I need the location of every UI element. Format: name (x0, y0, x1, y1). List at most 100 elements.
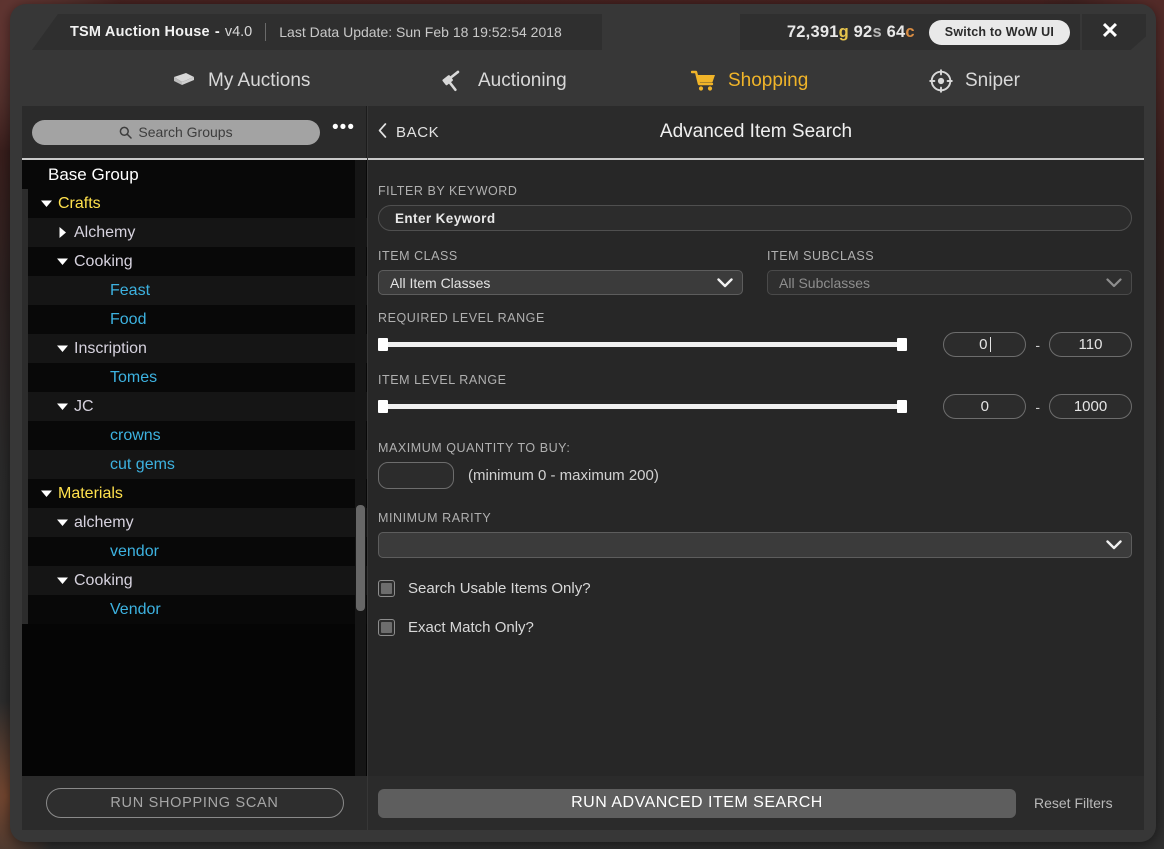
title-bar-right-plate: 72,391g 92s 64c Switch to WoW UI (740, 14, 1080, 50)
shopping-cart-icon (691, 69, 717, 93)
tree-indent-marker (22, 595, 28, 624)
item-level-group: ITEM LEVEL RANGE 0 - 1000 (378, 373, 1132, 419)
chevron-down-icon (1106, 277, 1122, 288)
item-level-max-input[interactable]: 1000 (1049, 394, 1132, 419)
tree-row[interactable]: Inscription (22, 334, 367, 363)
sidebar-footer: RUN SHOPPING SCAN (22, 776, 367, 830)
chevron-down-icon[interactable] (40, 487, 53, 500)
search-usable-only-row[interactable]: Search Usable Items Only? (378, 580, 1132, 597)
item-class-value: All Item Classes (390, 274, 491, 291)
tree-row[interactable]: Tomes (22, 363, 367, 392)
tree-row[interactable]: cut gems (22, 450, 367, 479)
min-rarity-group: MINIMUM RARITY (378, 511, 1132, 558)
required-level-min-input[interactable]: 0 (943, 332, 1027, 357)
tree-row-content: Cooking (22, 572, 133, 590)
keyword-label: FILTER BY KEYWORD (378, 184, 518, 198)
tree-row[interactable]: Vendor (22, 595, 367, 624)
keyword-field-group: FILTER BY KEYWORD Enter Keyword (378, 184, 1132, 231)
tree-row[interactable]: Cooking (22, 247, 367, 276)
chevron-right-icon[interactable] (56, 226, 69, 239)
tree-row[interactable]: Food (22, 305, 367, 334)
required-level-slider-handle-max[interactable] (897, 338, 908, 351)
chevron-down-icon[interactable] (56, 516, 69, 529)
chevron-down-icon[interactable] (56, 400, 69, 413)
required-level-separator: - (1035, 336, 1040, 353)
crosshair-icon (928, 69, 954, 93)
tree-row[interactable]: Crafts (22, 189, 367, 218)
tree-row[interactable]: alchemy (22, 508, 367, 537)
tree-indent-marker (22, 334, 28, 363)
tab-auctioning[interactable]: Auctioning (435, 56, 573, 106)
tab-my-auctions[interactable]: My Auctions (165, 56, 316, 106)
groups-overflow-menu-button[interactable]: ••• (328, 118, 359, 141)
tree-row-label: cut gems (110, 455, 175, 473)
tree-row-content: Crafts (22, 195, 101, 213)
sidebar-search-row: Search Groups ••• (22, 106, 367, 158)
run-advanced-item-search-button[interactable]: RUN ADVANCED ITEM SEARCH (378, 788, 1016, 818)
item-level-slider-handle-max[interactable] (897, 400, 908, 413)
chevron-down-icon[interactable] (56, 342, 69, 355)
title-bar-left-plate: TSM Auction House - v4.0 Last Data Updat… (32, 14, 602, 50)
close-window-button[interactable]: ✕ (1082, 14, 1146, 50)
title-bar: TSM Auction House - v4.0 Last Data Updat… (10, 4, 1156, 56)
item-class-select[interactable]: All Item Classes (378, 270, 743, 295)
tree-row[interactable]: vendor (22, 537, 367, 566)
group-tree[interactable]: Base Group Crafts Alchemy Cooking Feast Food I… (22, 160, 367, 776)
tree-row[interactable]: Base Group (22, 160, 367, 189)
copper-amount: 64 (886, 22, 906, 41)
required-level-slider[interactable] (378, 336, 908, 354)
item-level-row: 0 - 1000 (378, 394, 1132, 419)
tree-indent-marker (22, 508, 28, 537)
class-subclass-row: ITEM CLASS All Item Classes ITEM SUBCLAS… (378, 249, 1132, 295)
app-name-dash: - (214, 24, 220, 40)
tree-row[interactable]: Cooking (22, 566, 367, 595)
tree-row[interactable]: Feast (22, 276, 367, 305)
tree-indent-marker (22, 566, 28, 595)
tab-sniper[interactable]: Sniper (922, 56, 1026, 106)
search-groups-input[interactable]: Search Groups (32, 119, 321, 145)
tree-row[interactable]: crowns (22, 421, 367, 450)
tree-indent-marker (22, 305, 28, 334)
chevron-down-icon[interactable] (40, 197, 53, 210)
tree-row[interactable]: Materials (22, 479, 367, 508)
item-level-min-input[interactable]: 0 (943, 394, 1027, 419)
title-divider (265, 23, 267, 41)
magnifier-icon (119, 126, 133, 139)
search-usable-only-checkbox[interactable] (378, 580, 395, 597)
required-level-min-value: 0 (979, 336, 988, 353)
tree-row-content: Inscription (22, 340, 147, 358)
max-quantity-input[interactable] (378, 462, 454, 489)
exact-match-only-checkbox[interactable] (378, 619, 395, 636)
chevron-down-icon[interactable] (56, 574, 69, 587)
tree-row-content: Feast (22, 282, 150, 300)
tree-row-label: Cooking (74, 252, 133, 270)
chevron-down-icon[interactable] (56, 255, 69, 268)
max-quantity-group: MAXIMUM QUANTITY TO BUY: (minimum 0 - ma… (378, 441, 1132, 489)
tree-row-label: vendor (110, 542, 159, 560)
tree-row-content: alchemy (22, 514, 134, 532)
tree-row-content: Alchemy (22, 224, 135, 242)
exact-match-only-row[interactable]: Exact Match Only? (378, 619, 1132, 636)
item-level-slider-handle-min[interactable] (378, 400, 388, 413)
reset-filters-button[interactable]: Reset Filters (1034, 795, 1113, 811)
required-level-max-input[interactable]: 110 (1049, 332, 1132, 357)
min-rarity-select[interactable] (378, 532, 1132, 558)
group-tree-scroll-thumb[interactable] (356, 505, 365, 611)
item-level-slider[interactable] (378, 398, 908, 416)
tree-row-content: Base Group (48, 165, 139, 185)
tree-indent-marker (22, 537, 28, 566)
run-shopping-scan-button[interactable]: RUN SHOPPING SCAN (45, 788, 344, 818)
groups-sidebar: Search Groups ••• Base Group Crafts Alchem… (22, 106, 367, 830)
tree-row[interactable]: JC (22, 392, 367, 421)
item-subclass-select[interactable]: All Subclasses (767, 270, 1132, 295)
required-level-slider-handle-min[interactable] (378, 338, 388, 351)
tree-row-label: crowns (110, 426, 161, 444)
app-name: TSM Auction House (70, 24, 210, 40)
tab-shopping[interactable]: Shopping (685, 56, 814, 106)
switch-to-wow-ui-button[interactable]: Switch to WoW UI (928, 19, 1070, 45)
keyword-input[interactable]: Enter Keyword (378, 205, 1132, 231)
tree-row-label: alchemy (74, 513, 134, 531)
tree-indent-marker (22, 450, 28, 479)
tree-row[interactable]: Alchemy (22, 218, 367, 247)
group-tree-scrollbar[interactable] (355, 160, 366, 776)
